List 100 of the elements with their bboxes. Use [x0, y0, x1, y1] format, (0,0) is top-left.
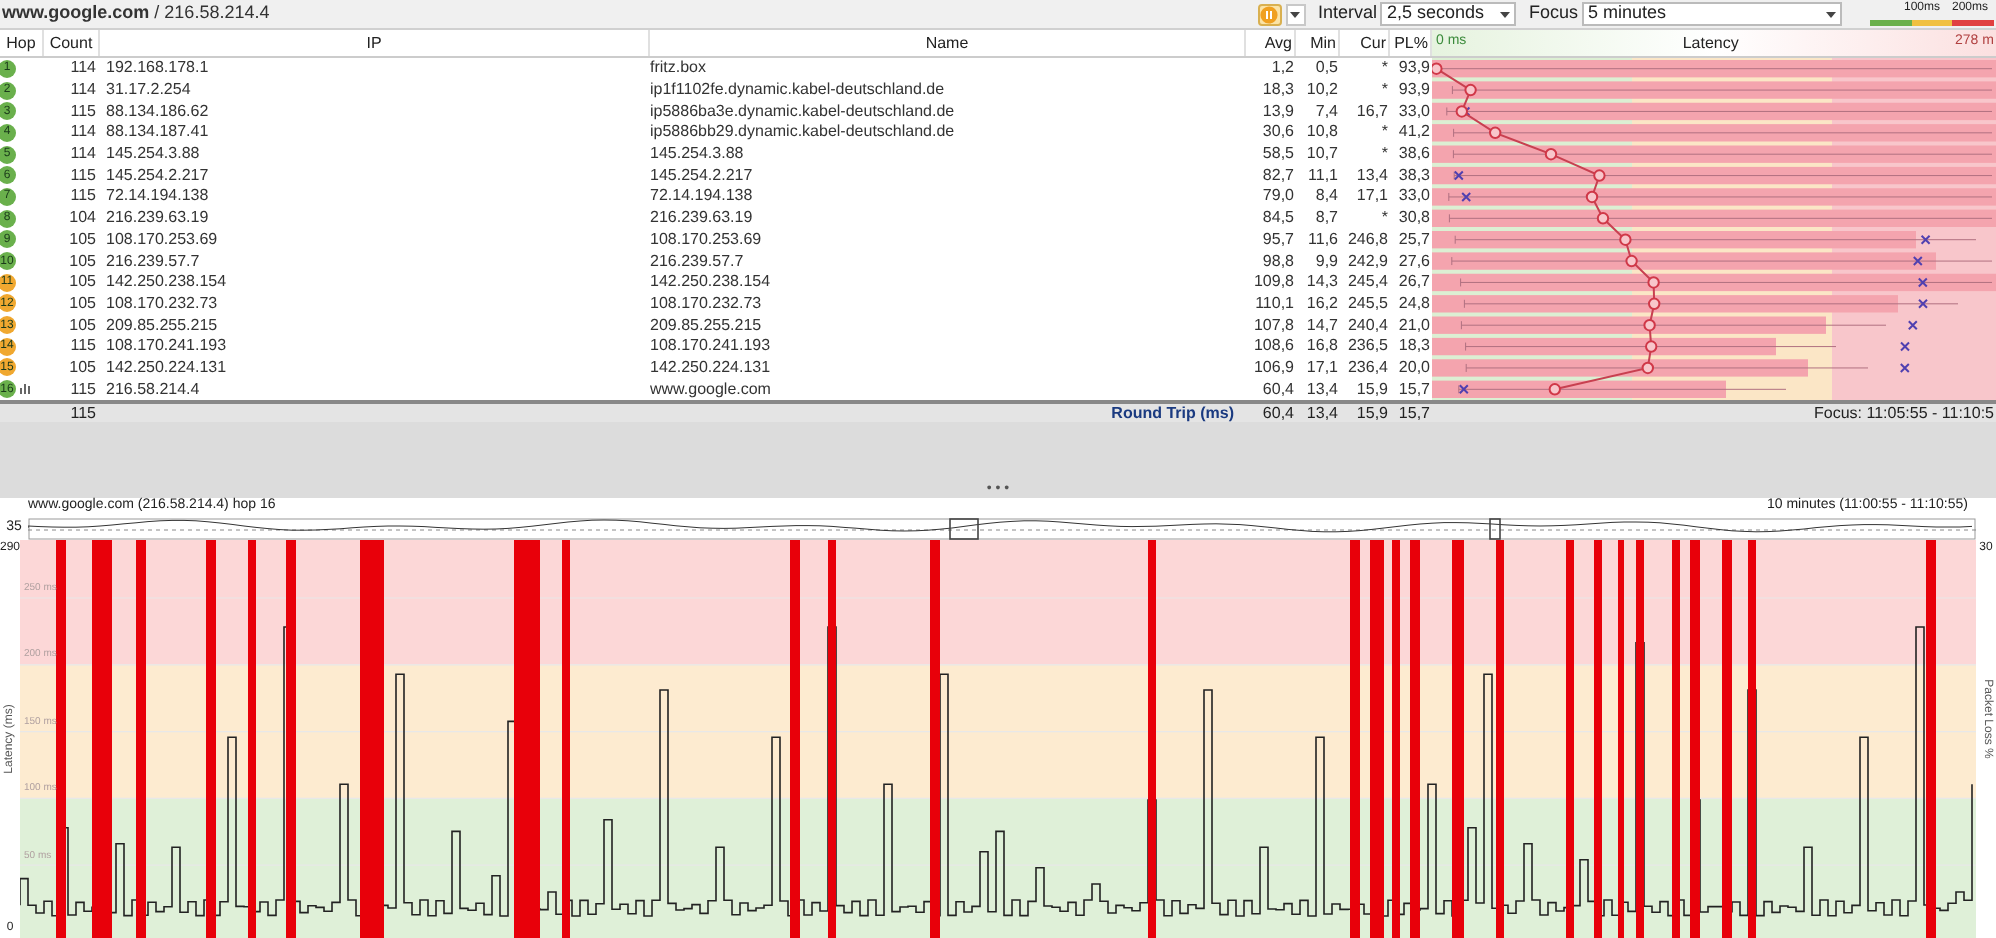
table-cell: 15,7 [1398, 379, 1430, 398]
column-header[interactable]: Cur [1360, 31, 1386, 55]
column-header[interactable]: IP [366, 31, 382, 55]
current-marker [1920, 234, 1931, 245]
table-cell: 245,5 [1347, 293, 1388, 312]
table-cell: 58,5 [1262, 144, 1294, 163]
table-cell: 60,4 [1262, 403, 1294, 421]
table-cell: 114 [70, 122, 96, 141]
table-cell: 105 [69, 315, 96, 334]
table-cell: 242,9 [1347, 251, 1388, 270]
average-marker [1619, 233, 1632, 246]
current-marker [1453, 170, 1464, 181]
current-marker [1917, 277, 1928, 288]
column-header[interactable]: Latency [1682, 31, 1739, 55]
table-cell: 16,7 [1356, 101, 1388, 120]
table-cell: 14,7 [1306, 315, 1338, 334]
table-cell: 41,2 [1398, 122, 1430, 141]
table-cell: 72.14.194.138 [650, 186, 753, 205]
table-cell: 79,0 [1262, 186, 1294, 205]
table-cell: 145.254.2.217 [106, 165, 209, 184]
table-cell: 115 [70, 403, 96, 421]
table-cell: 1,2 [1271, 58, 1294, 77]
table-cell: 142.250.238.154 [650, 272, 771, 291]
table-cell: 95,7 [1262, 229, 1294, 248]
table-cell: 14,3 [1306, 272, 1338, 291]
field-label: Focus [1528, 0, 1578, 27]
table-cell: 13,4 [1306, 403, 1338, 421]
table-cell: 11,6 [1308, 229, 1338, 248]
table-cell: 10,8 [1306, 122, 1338, 141]
target-title: www.google.com / 216.58.214.4 [2, 0, 270, 27]
table-cell: 145.254.3.88 [650, 144, 744, 163]
current-marker [1900, 341, 1910, 352]
table-cell: 21,0 [1398, 315, 1430, 334]
column-header[interactable]: Name [925, 31, 969, 55]
table-cell: 216.239.63.19 [650, 208, 753, 227]
table-cell: 27,6 [1398, 251, 1430, 270]
caret-icon [1290, 11, 1301, 17]
table-cell: 105 [69, 229, 96, 248]
current-marker [1899, 362, 1910, 373]
average-marker [1645, 340, 1658, 353]
table-cell: 115 [70, 101, 96, 120]
current-marker [1461, 191, 1472, 202]
average-marker [1432, 62, 1443, 75]
table-cell: 60,4 [1262, 379, 1294, 398]
table-cell: 88.134.186.62 [106, 101, 209, 120]
column-header[interactable]: Min [1310, 31, 1336, 55]
dropdown-field[interactable]: 5 minutes [1582, 2, 1842, 26]
dropdown-field[interactable]: 2,5 seconds [1380, 2, 1517, 26]
table-cell: 216.239.57.7 [106, 251, 200, 270]
table-cell: 115 [70, 165, 96, 184]
table-cell: 11,1 [1308, 165, 1338, 184]
pause-icon [1260, 5, 1279, 23]
table-cell: 109,8 [1253, 272, 1294, 291]
table-cell: ip1f1102fe.dynamic.kabel-deutschland.de [650, 80, 945, 99]
average-marker [1643, 319, 1656, 332]
table-cell: 13,9 [1262, 101, 1294, 120]
table-cell: 38,6 [1398, 144, 1430, 163]
table-cell: 209.85.255.215 [650, 315, 762, 334]
table-cell: 84,5 [1262, 208, 1294, 227]
average-marker [1455, 105, 1468, 118]
table-cell: 16,8 [1306, 336, 1338, 355]
table-cell: 7,4 [1315, 101, 1338, 120]
table-cell: 10,7 [1306, 144, 1338, 163]
table-cell: 30,6 [1262, 122, 1294, 141]
table-cell: 108.170.241.193 [106, 336, 227, 355]
table-cell: 15,7 [1398, 403, 1430, 421]
table-cell: 240,4 [1347, 315, 1388, 334]
table-cell: 216.239.57.7 [650, 251, 744, 270]
table-cell: 25,7 [1398, 229, 1430, 248]
table-cell: 105 [69, 293, 96, 312]
table-cell: 245,4 [1347, 272, 1388, 291]
average-marker [1548, 383, 1561, 396]
summary-label: Round Trip (ms) [1111, 403, 1234, 421]
table-cell: 209.85.255.215 [106, 315, 218, 334]
table-cell: 9,9 [1315, 251, 1338, 270]
field-label: Interval [1317, 0, 1377, 27]
table-cell: 16,2 [1306, 293, 1338, 312]
column-header[interactable]: PL% [1394, 31, 1428, 55]
column-header[interactable]: Hop [6, 31, 36, 55]
table-cell: 115 [70, 186, 96, 205]
average-marker [1585, 190, 1599, 204]
average-marker [1596, 212, 1610, 225]
table-cell: 108.170.232.73 [106, 293, 218, 312]
column-header[interactable]: Avg [1264, 31, 1292, 55]
table-cell: 192.168.178.1 [106, 58, 209, 77]
table-cell: 82,7 [1262, 165, 1294, 184]
table-cell: 93,9 [1398, 58, 1430, 77]
table-cell: 142.250.224.131 [650, 357, 771, 376]
table-cell: 106,9 [1253, 357, 1294, 376]
table-cell: 24,8 [1398, 293, 1430, 312]
table-cell: 13,4 [1356, 165, 1388, 184]
dropdown-button[interactable] [1285, 3, 1306, 25]
table-cell: 104 [69, 208, 96, 227]
table-cell: 108.170.241.193 [650, 336, 771, 355]
current-marker [1918, 298, 1928, 309]
table-cell: 33,0 [1398, 186, 1430, 205]
table-cell: 115 [70, 379, 96, 398]
column-header[interactable]: Count [49, 31, 93, 55]
table-cell: 72.14.194.138 [106, 186, 209, 205]
current-marker [1907, 320, 1918, 331]
